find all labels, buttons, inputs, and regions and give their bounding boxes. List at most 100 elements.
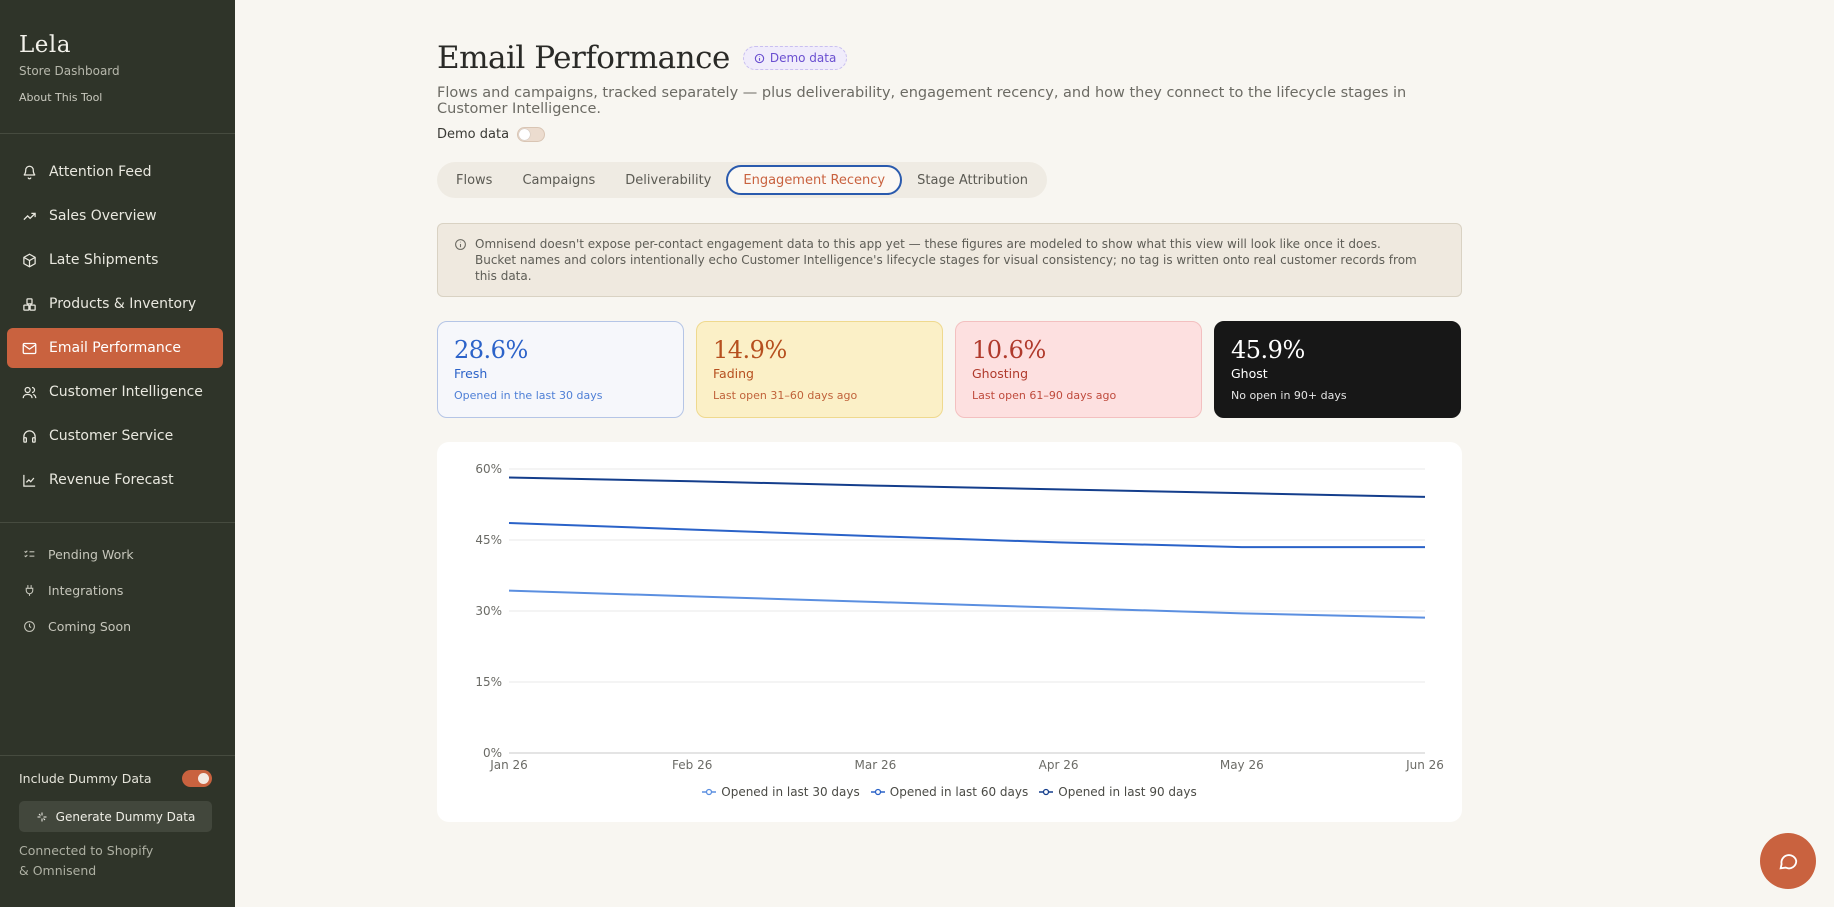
list-checks-icon [24,549,35,557]
brand-subtitle: Store Dashboard [19,64,120,78]
notice-text: Omnisend doesn't expose per-contact enga… [475,237,1417,283]
legend-item-90[interactable]: Opened in last 90 days [1039,785,1197,799]
generate-dummy-data-label: Generate Dummy Data [55,809,196,824]
tab-stage-attribution[interactable]: Stage Attribution [902,165,1043,195]
tab-engagement-recency[interactable]: Engagement Recency [726,165,903,195]
sidebar-item-label: Attention Feed [49,164,152,180]
include-dummy-data-label: Include Dummy Data [19,771,152,786]
sidebar-item-label: Revenue Forecast [49,472,174,488]
include-dummy-data-toggle[interactable] [182,770,212,787]
series-line [508,589,1426,619]
series-line [508,521,1425,549]
card-description: Opened in the last 30 days [454,389,603,402]
plug-icon [25,584,34,596]
mail-icon [22,342,37,354]
sidebar-item-integrations[interactable]: Integrations [7,572,223,608]
sidebar-nav: Attention Feed Sales Overview Late Shipm… [7,152,223,504]
generate-dummy-data-button[interactable]: Generate Dummy Data [19,801,212,832]
demo-data-badge-label: Demo data [769,51,837,65]
card-value: 45.9% [1231,336,1305,364]
sidebar-secondary-nav: Pending Work Integrations Coming Soon [7,536,223,644]
card-description: No open in 90+ days [1231,389,1347,402]
legend-label: Opened in last 30 days [721,785,860,799]
brand: Lela Store Dashboard About This Tool [19,32,120,104]
sidebar-item-sales-overview[interactable]: Sales Overview [7,196,223,236]
card-fresh: 28.6% Fresh Opened in the last 30 days [437,321,684,418]
main-content: Email Performance Demo data Flows and ca… [437,40,1462,822]
series-line [508,476,1426,498]
chart-legend: Opened in last 30 days Opened in last 60… [437,785,1462,799]
page-subtitle: Flows and campaigns, tracked separately … [437,85,1407,117]
sidebar-item-label: Customer Service [49,428,174,444]
connection-status-line: Connected to Shopify [19,843,154,858]
connection-status-line: & Omnisend [19,863,97,878]
sidebar-item-coming-soon[interactable]: Coming Soon [7,608,223,644]
users-icon [22,386,37,398]
card-label: Fresh [454,366,488,381]
brand-name: Lela [19,32,71,58]
chat-button[interactable] [1760,833,1816,889]
sidebar-item-customer-intelligence[interactable]: Customer Intelligence [7,372,223,412]
y-tick-label: 30% [475,604,502,618]
package-icon [23,253,36,267]
tab-flows[interactable]: Flows [441,165,507,195]
sidebar-item-label: Coming Soon [48,618,132,634]
sidebar-item-label: Products & Inventory [49,296,197,312]
x-tick-label: Jun 26 [1405,758,1444,772]
title-row: Email Performance Demo data [437,40,1462,76]
sidebar-item-email-performance[interactable]: Email Performance [7,328,223,368]
card-ghosting: 10.6% Ghosting Last open 61–90 days ago [955,321,1202,418]
tab-bar: Flows Campaigns Deliverability Engagemen… [437,162,1048,198]
y-tick-label: 60% [475,462,502,476]
sidebar-item-label: Sales Overview [49,208,157,224]
line-chart-icon [23,474,36,487]
x-tick-label: Apr 26 [1039,758,1079,772]
x-tick-label: Feb 26 [672,758,712,772]
tab-campaigns[interactable]: Campaigns [507,165,610,195]
card-value: 10.6% [972,336,1046,364]
modeled-data-notice: Omnisend doesn't expose per-contact enga… [437,223,1462,297]
card-label: Ghost [1231,366,1268,381]
sidebar-item-revenue-forecast[interactable]: Revenue Forecast [7,460,223,500]
legend-item-60[interactable]: Opened in last 60 days [870,785,1029,799]
sidebar-item-customer-service[interactable]: Customer Service [7,416,223,456]
sidebar-divider [0,522,235,523]
demo-data-toggle[interactable] [517,127,546,142]
engagement-line-chart: 0%15%30%45%60%Jan 26 Feb 26 Mar 26 Apr 26 Ma… [475,462,1444,772]
x-tick-label: Mar 26 [855,758,897,772]
legend-label: Opened in last 90 days [1058,785,1197,799]
card-label: Ghosting [972,366,1028,381]
y-tick-label: 15% [475,675,502,689]
info-icon [754,53,765,63]
legend-label: Opened in last 60 days [889,785,1029,799]
tab-deliverability[interactable]: Deliverability [610,165,726,195]
card-value: 28.6% [454,336,528,364]
legend-marker-icon [702,788,717,796]
sidebar-item-label: Late Shipments [49,252,159,268]
include-dummy-data-row: Include Dummy Data [19,770,212,787]
boxes-icon [23,297,36,311]
about-link[interactable]: About This Tool [19,91,120,104]
card-fading: 14.9% Fading Last open 31–60 days ago [696,321,943,418]
demo-data-badge: Demo data [742,46,848,70]
clock-icon [24,620,35,632]
sidebar-item-products-inventory[interactable]: Products & Inventory [7,284,223,324]
chat-bubble-icon [1779,854,1798,870]
legend-item-30[interactable]: Opened in last 30 days [702,785,860,799]
sidebar-item-late-shipments[interactable]: Late Shipments [7,240,223,280]
card-description: Last open 61–90 days ago [972,389,1117,402]
sidebar-item-pending-work[interactable]: Pending Work [7,536,223,572]
recency-cards: 28.6% Fresh Opened in the last 30 days 1… [437,321,1462,418]
connection-status: Connected to Shopify & Omnisend [19,841,212,881]
sidebar: Lela Store Dashboard About This Tool Att… [0,0,235,907]
sidebar-item-attention-feed[interactable]: Attention Feed [7,152,223,192]
card-description: Last open 31–60 days ago [713,389,858,402]
y-tick-label: 45% [475,533,502,547]
headphones-icon [23,429,36,443]
sparkles-icon [37,812,47,821]
legend-marker-icon [870,788,885,796]
x-tick-label: May 26 [1220,758,1264,772]
page-title: Email Performance [437,40,730,76]
sidebar-footer: Include Dummy Data Generate Dummy Data C… [19,770,212,881]
sidebar-item-label: Email Performance [49,340,182,356]
